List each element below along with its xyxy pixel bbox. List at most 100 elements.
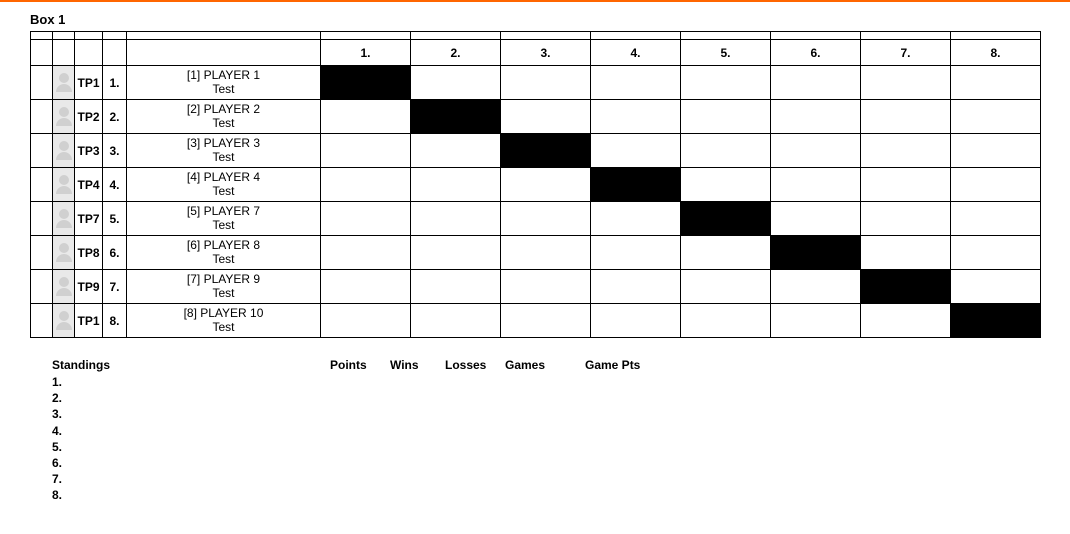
player-name-cell[interactable]: [7] PLAYER 9Test (127, 270, 321, 304)
result-cell[interactable] (951, 168, 1041, 202)
result-cell[interactable] (951, 66, 1041, 100)
result-cell[interactable] (771, 270, 861, 304)
result-cell[interactable] (591, 304, 681, 338)
result-cell[interactable] (861, 66, 951, 100)
player-row: TP18.[8] PLAYER 10Test (31, 304, 1041, 338)
col-games: Games (505, 358, 585, 504)
result-cell[interactable] (861, 270, 951, 304)
result-cell[interactable] (501, 100, 591, 134)
player-seed-name: [6] PLAYER 8 (127, 239, 320, 253)
result-cell[interactable] (681, 168, 771, 202)
player-number: 8. (103, 304, 127, 338)
result-cell[interactable] (321, 202, 411, 236)
result-cell[interactable] (501, 66, 591, 100)
result-cell[interactable] (411, 236, 501, 270)
result-cell[interactable] (411, 168, 501, 202)
result-cell[interactable] (771, 134, 861, 168)
result-cell[interactable] (591, 134, 681, 168)
result-cell[interactable] (951, 270, 1041, 304)
player-name-cell[interactable]: [6] PLAYER 8Test (127, 236, 321, 270)
result-cell[interactable] (411, 100, 501, 134)
result-cell[interactable] (861, 236, 951, 270)
player-name-cell[interactable]: [8] PLAYER 10Test (127, 304, 321, 338)
result-cell[interactable] (501, 304, 591, 338)
result-cell[interactable] (771, 168, 861, 202)
player-name-cell[interactable]: [4] PLAYER 4Test (127, 168, 321, 202)
player-row: TP97.[7] PLAYER 9Test (31, 270, 1041, 304)
result-cell[interactable] (411, 202, 501, 236)
player-subline: Test (127, 321, 320, 335)
result-cell[interactable] (591, 168, 681, 202)
result-cell[interactable] (771, 236, 861, 270)
draw-grid: 1. 2. 3. 4. 5. 6. 7. 8. TP11.[1] PLAYER … (30, 31, 1041, 338)
player-name-cell[interactable]: [2] PLAYER 2Test (127, 100, 321, 134)
avatar (53, 202, 75, 236)
col-header: 6. (771, 40, 861, 66)
result-cell[interactable] (771, 100, 861, 134)
result-cell[interactable] (861, 202, 951, 236)
player-subline: Test (127, 117, 320, 131)
result-cell[interactable] (591, 66, 681, 100)
player-name-cell[interactable]: [3] PLAYER 3Test (127, 134, 321, 168)
result-cell[interactable] (681, 202, 771, 236)
result-cell[interactable] (321, 304, 411, 338)
player-subline: Test (127, 253, 320, 267)
standings-section: Standings 1. 2. 3. 4. 5. 6. 7. 8. Points… (52, 358, 1040, 504)
player-code: TP2 (75, 100, 103, 134)
col-header: 3. (501, 40, 591, 66)
result-cell[interactable] (951, 304, 1041, 338)
col-header: 1. (321, 40, 411, 66)
result-cell[interactable] (591, 236, 681, 270)
result-cell[interactable] (681, 100, 771, 134)
result-cell[interactable] (501, 202, 591, 236)
player-number: 3. (103, 134, 127, 168)
result-cell[interactable] (681, 134, 771, 168)
result-cell[interactable] (501, 168, 591, 202)
player-code: TP3 (75, 134, 103, 168)
result-cell[interactable] (321, 134, 411, 168)
result-cell[interactable] (861, 304, 951, 338)
player-name-cell[interactable]: [1] PLAYER 1Test (127, 66, 321, 100)
result-cell[interactable] (501, 270, 591, 304)
player-row: TP33.[3] PLAYER 3Test (31, 134, 1041, 168)
result-cell[interactable] (771, 202, 861, 236)
player-name-cell[interactable]: [5] PLAYER 7Test (127, 202, 321, 236)
player-code: TP4 (75, 168, 103, 202)
player-row: TP44.[4] PLAYER 4Test (31, 168, 1041, 202)
result-cell[interactable] (501, 236, 591, 270)
col-points: Points (330, 358, 390, 504)
result-cell[interactable] (411, 134, 501, 168)
result-cell[interactable] (321, 100, 411, 134)
result-cell[interactable] (321, 236, 411, 270)
result-cell[interactable] (861, 134, 951, 168)
result-cell[interactable] (321, 168, 411, 202)
result-cell[interactable] (681, 66, 771, 100)
result-cell[interactable] (591, 270, 681, 304)
result-cell[interactable] (681, 304, 771, 338)
result-cell[interactable] (951, 100, 1041, 134)
result-cell[interactable] (771, 66, 861, 100)
player-code: TP1 (75, 304, 103, 338)
result-cell[interactable] (681, 270, 771, 304)
result-cell[interactable] (861, 168, 951, 202)
result-cell[interactable] (951, 236, 1041, 270)
result-cell[interactable] (411, 66, 501, 100)
result-cell[interactable] (591, 202, 681, 236)
result-cell[interactable] (321, 270, 411, 304)
result-cell[interactable] (501, 134, 591, 168)
result-cell[interactable] (771, 304, 861, 338)
player-row: TP22.[2] PLAYER 2Test (31, 100, 1041, 134)
result-cell[interactable] (321, 66, 411, 100)
result-cell[interactable] (411, 304, 501, 338)
spacer-cell (31, 270, 53, 304)
result-cell[interactable] (411, 270, 501, 304)
player-seed-name: [7] PLAYER 9 (127, 273, 320, 287)
avatar (53, 168, 75, 202)
result-cell[interactable] (861, 100, 951, 134)
result-cell[interactable] (591, 100, 681, 134)
result-cell[interactable] (951, 202, 1041, 236)
result-cell[interactable] (681, 236, 771, 270)
result-cell[interactable] (951, 134, 1041, 168)
player-seed-name: [4] PLAYER 4 (127, 171, 320, 185)
avatar (53, 304, 75, 338)
